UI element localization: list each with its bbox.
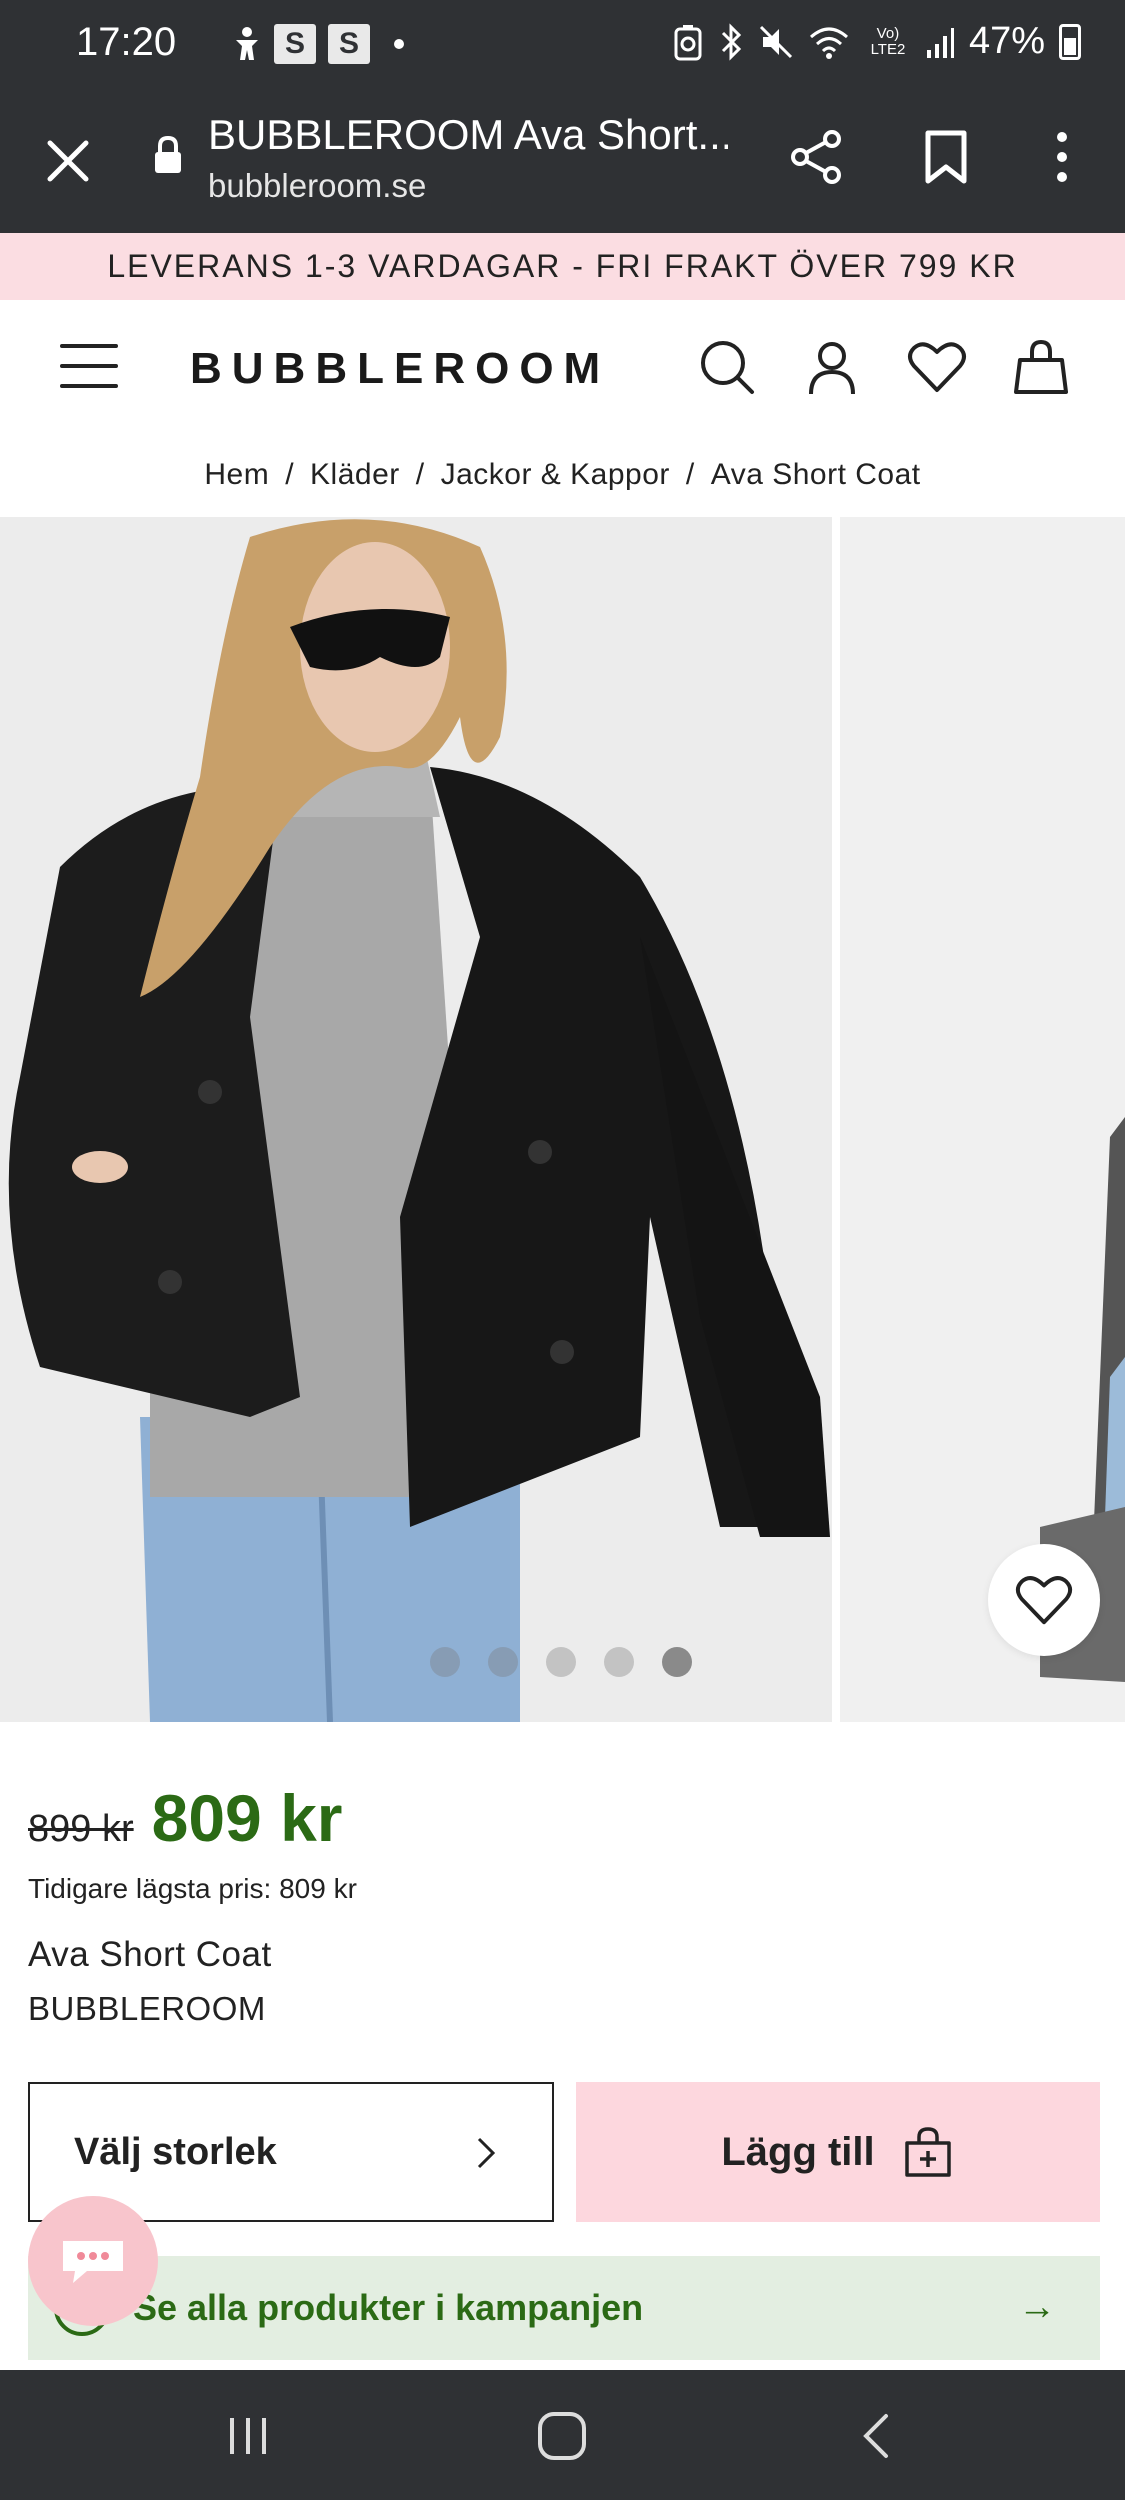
recents-icon[interactable] bbox=[218, 2406, 278, 2466]
add-to-wishlist-button[interactable] bbox=[988, 1544, 1100, 1656]
current-price: 809 kr bbox=[151, 1781, 343, 1855]
lowest-price-note: Tidigare lägsta pris: 809 kr bbox=[28, 1873, 357, 1904]
accessibility-icon bbox=[236, 27, 258, 60]
product-image[interactable] bbox=[0, 517, 832, 1722]
bluetooth-icon bbox=[721, 22, 742, 61]
chevron-right-icon bbox=[477, 2137, 496, 2169]
campaign-link-label: Se alla produkter i kampanjen bbox=[133, 2287, 644, 2328]
model-photo-partial bbox=[840, 517, 1125, 1722]
close-icon[interactable] bbox=[38, 131, 98, 191]
breadcrumb-separator: / bbox=[685, 458, 695, 491]
next-product-image[interactable] bbox=[840, 517, 1125, 1722]
page-url[interactable]: bubbleroom.se bbox=[208, 167, 426, 205]
app-badge-s: S bbox=[274, 24, 316, 64]
breadcrumb-clothes[interactable]: Kläder bbox=[310, 458, 400, 492]
arrow-right-icon: → bbox=[1018, 2286, 1056, 2328]
menu-icon[interactable] bbox=[60, 344, 118, 392]
old-price: 899 kr bbox=[28, 1808, 134, 1850]
more-notifications-dot bbox=[394, 39, 404, 49]
bookmark-icon[interactable] bbox=[918, 127, 974, 187]
wifi-icon bbox=[809, 27, 848, 59]
heart-icon bbox=[1015, 1576, 1073, 1625]
network-label: Vo) LTE2 bbox=[870, 24, 906, 58]
breadcrumb: Hem / Kläder / Jackor & Kappor / Ava Sho… bbox=[0, 445, 1125, 505]
product-name: Ava Short Coat bbox=[28, 1935, 272, 1974]
breadcrumb-separator: / bbox=[415, 458, 425, 491]
system-nav-bar bbox=[0, 2370, 1125, 2500]
page-title[interactable]: BUBBLEROOM Ava Short... bbox=[208, 111, 728, 159]
breadcrumb-current: Ava Short Coat bbox=[710, 458, 921, 491]
site-logo[interactable]: BUBBLEROOM bbox=[190, 344, 610, 394]
gallery-dot[interactable] bbox=[430, 1647, 460, 1677]
signal-icon bbox=[926, 27, 954, 58]
recycle-icon bbox=[674, 24, 702, 60]
bag-icon[interactable] bbox=[1010, 336, 1072, 398]
search-icon[interactable] bbox=[696, 336, 758, 398]
site-header: BUBBLEROOM bbox=[0, 300, 1125, 435]
status-bar: 17:20 S S Vo) LTE2 47% bbox=[0, 0, 1125, 95]
mute-icon bbox=[759, 25, 792, 58]
account-icon[interactable] bbox=[801, 336, 863, 398]
lock-icon[interactable] bbox=[153, 135, 183, 175]
price-row: 899 kr 809 kr bbox=[28, 1780, 342, 1856]
campaign-link[interactable]: Se alla produkter i kampanjen → bbox=[28, 2256, 1100, 2360]
breadcrumb-separator: / bbox=[285, 458, 295, 491]
browser-toolbar: BUBBLEROOM Ava Short... bubbleroom.se bbox=[0, 95, 1125, 233]
system-icons: Vo) LTE2 47% bbox=[673, 20, 1081, 63]
chat-icon bbox=[63, 2241, 123, 2283]
product-gallery[interactable] bbox=[0, 517, 1125, 1722]
add-to-cart-button[interactable]: Lägg till bbox=[576, 2082, 1100, 2222]
select-size-label: Välj storlek bbox=[74, 2130, 277, 2173]
battery-percent: 47% bbox=[968, 20, 1045, 62]
more-icon[interactable] bbox=[1040, 127, 1084, 187]
gallery-dot[interactable] bbox=[546, 1647, 576, 1677]
gallery-pagination bbox=[430, 1647, 692, 1677]
back-icon[interactable] bbox=[848, 2406, 908, 2466]
breadcrumb-home[interactable]: Hem bbox=[204, 458, 269, 492]
status-time: 17:20 bbox=[76, 20, 177, 64]
promo-banner[interactable]: LEVERANS 1-3 VARDAGAR - FRI FRAKT ÖVER 7… bbox=[0, 233, 1125, 300]
breadcrumb-jackets[interactable]: Jackor & Kappor bbox=[441, 458, 670, 492]
gallery-dot[interactable] bbox=[488, 1647, 518, 1677]
app-badge-s: S bbox=[328, 24, 370, 64]
gallery-dot[interactable] bbox=[604, 1647, 634, 1677]
notification-icons: S S bbox=[232, 24, 404, 64]
battery-icon bbox=[1059, 23, 1081, 60]
gallery-dot-active[interactable] bbox=[662, 1647, 692, 1677]
heart-icon[interactable] bbox=[906, 336, 968, 398]
share-icon[interactable] bbox=[786, 127, 846, 187]
chat-button[interactable] bbox=[28, 2196, 158, 2326]
model-photo bbox=[0, 517, 832, 1722]
add-to-cart-label: Lägg till bbox=[721, 2129, 875, 2174]
product-brand[interactable]: BUBBLEROOM bbox=[28, 1990, 266, 2028]
bag-plus-icon bbox=[904, 2127, 951, 2177]
home-icon[interactable] bbox=[532, 2406, 592, 2466]
